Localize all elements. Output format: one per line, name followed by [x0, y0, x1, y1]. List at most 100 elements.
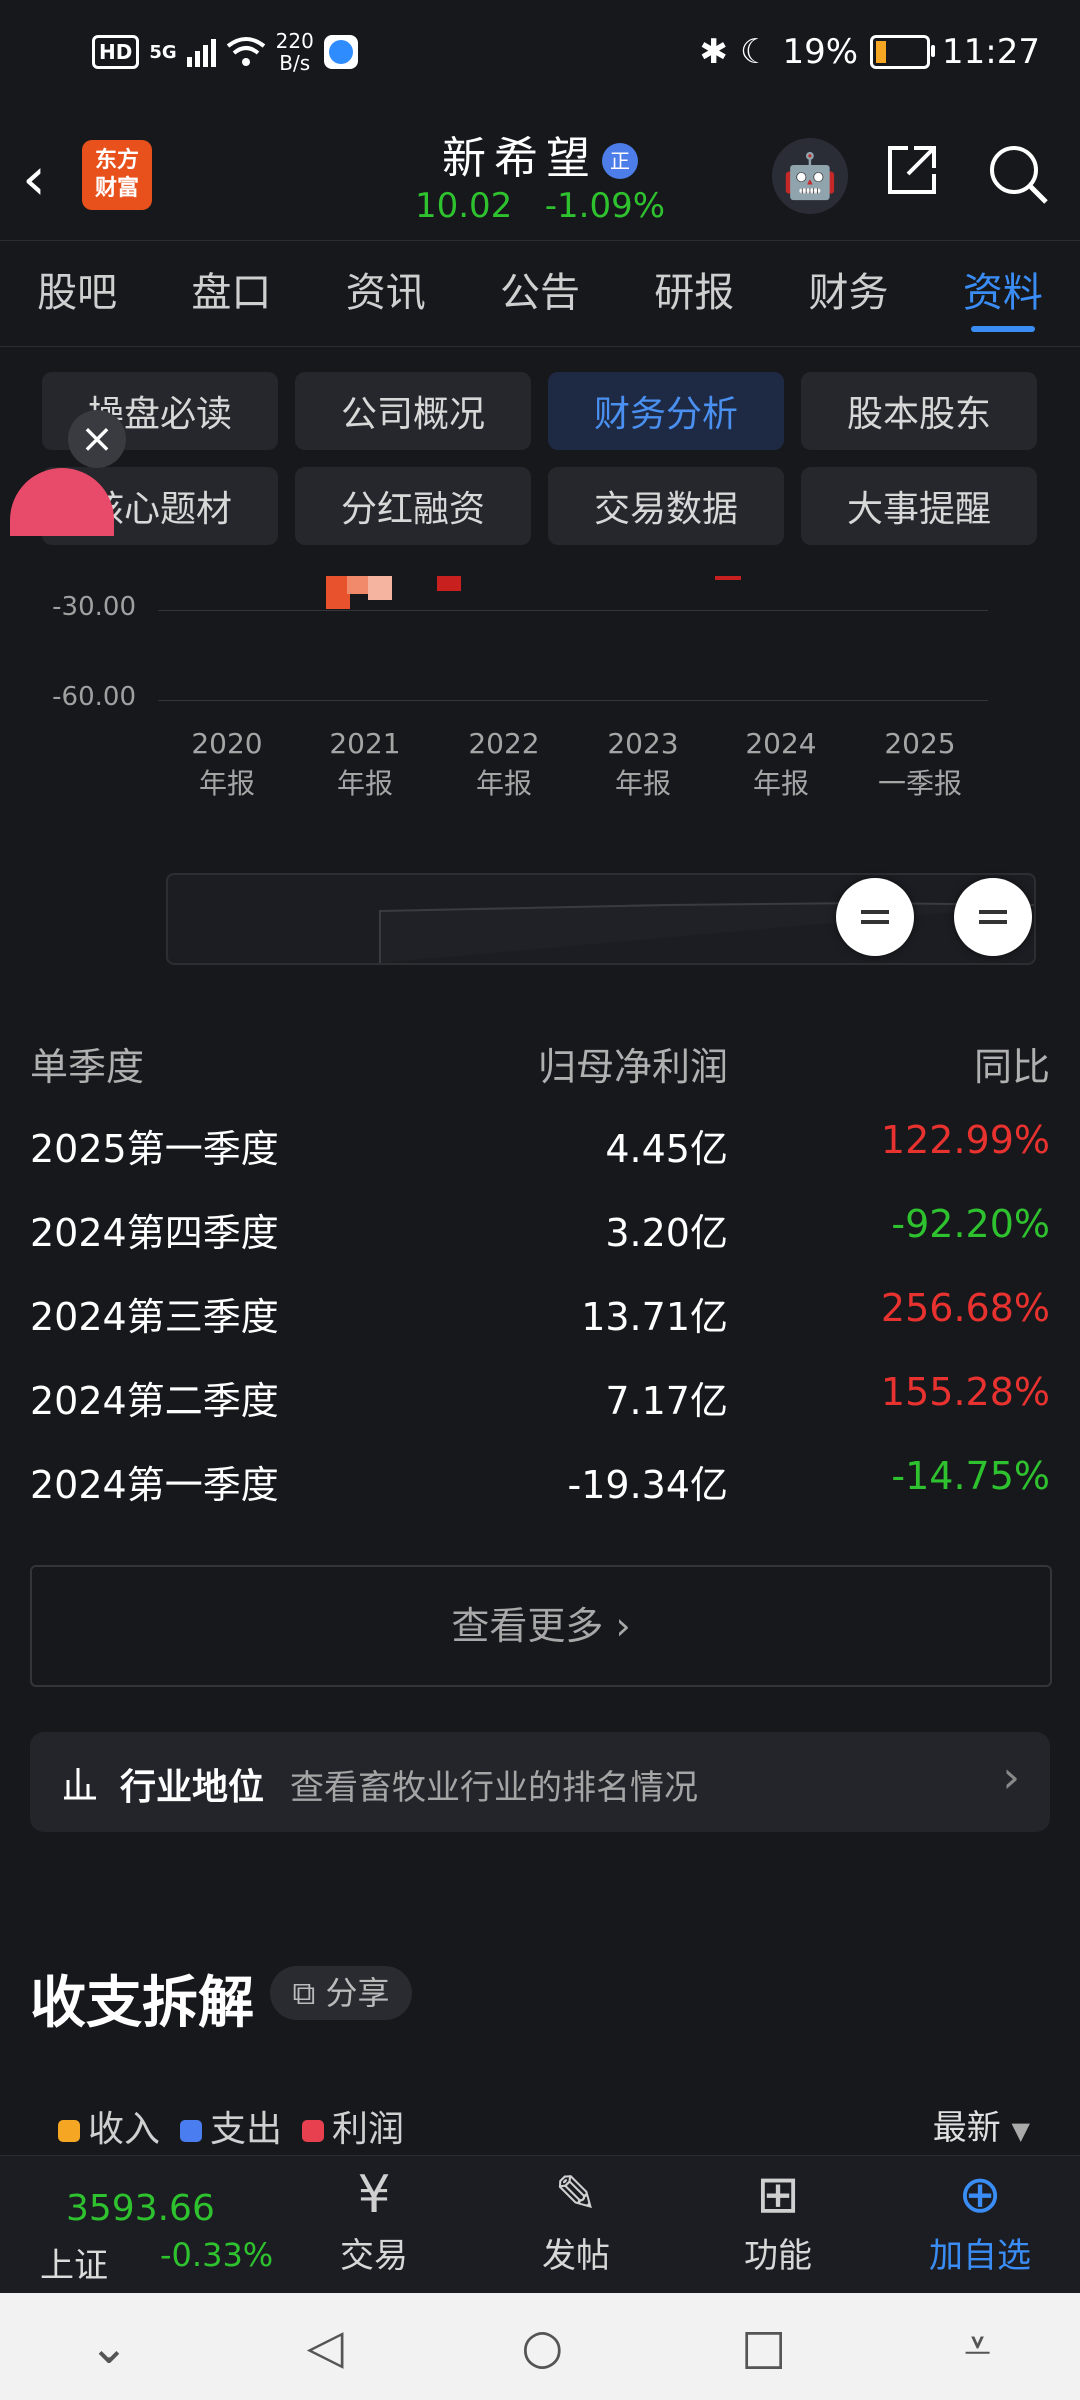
hide-keyboard-icon[interactable]: ⌄ [89, 2319, 129, 2375]
speed-unit: B/s [279, 51, 311, 75]
row-yoy: 256.68% [880, 1286, 1050, 1330]
stock-price: 10.02 [414, 186, 513, 226]
search-icon[interactable] [986, 142, 1050, 206]
share-icon: ⧉ [292, 1974, 316, 2012]
network-type: 5G [149, 41, 177, 63]
row-profit: 4.45亿 [605, 1127, 728, 1171]
col-profit: 归母净利润 [537, 1045, 728, 1089]
post-button[interactable]: ✎ 发帖 [496, 2162, 656, 2277]
x-tick-year: 2025 [884, 727, 956, 760]
chip-company-overview[interactable]: 公司概况 [295, 372, 531, 450]
x-tick-label: 2023 年报 [578, 724, 708, 804]
section-title: 收支拆解 [30, 1971, 254, 2036]
app-notification-icon [323, 35, 358, 69]
row-period: 2024第四季度 [30, 1211, 279, 1255]
row-yoy: 122.99% [880, 1118, 1050, 1162]
latest-label: 最新 [932, 2108, 1001, 2148]
x-tick-label: 2021 年报 [300, 724, 430, 804]
col-yoy: 同比 [973, 1045, 1050, 1089]
row-yoy: -92.20% [891, 1202, 1050, 1246]
x-tick-year: 2023 [607, 727, 679, 760]
close-icon[interactable]: × [68, 410, 126, 468]
x-tick-year: 2022 [468, 727, 540, 760]
legend-dot [302, 2120, 325, 2142]
table-row[interactable]: 2024第四季度 3.20亿 -92.20% [30, 1202, 1050, 1286]
add-watchlist-button[interactable]: ⊕ 加自选 [900, 2162, 1060, 2277]
view-more-label: 查看更多 [451, 1604, 604, 1648]
x-tick-period: 年报 [336, 767, 393, 800]
recents-square-icon[interactable]: □ [741, 2319, 786, 2375]
industry-title: 行业地位 [120, 1767, 265, 1808]
tab-finance[interactable]: 财务 [771, 241, 925, 346]
bottom-toolbar: 3593.66 上证 -0.33% ¥ 交易 ✎ 发帖 ⊞ 功能 ⊕ 加自选 [0, 2155, 1080, 2294]
row-profit: -19.34亿 [567, 1463, 729, 1507]
post-label: 发帖 [542, 2236, 610, 2276]
row-yoy: 155.28% [880, 1370, 1050, 1414]
x-tick-year: 2020 [191, 727, 263, 760]
battery-percent: 19% [782, 32, 859, 72]
view-more-button[interactable]: 查看更多 › [30, 1565, 1052, 1687]
row-profit: 13.71亿 [581, 1295, 728, 1339]
table-row[interactable]: 2024第一季度 -19.34亿 -14.75% [30, 1454, 1050, 1538]
main-tabs: 股吧 盘口 资讯 公告 研报 财务 资料 [0, 240, 1080, 347]
share-button[interactable]: ⧉ 分享 [270, 1966, 412, 2020]
range-handle-right[interactable] [954, 878, 1032, 956]
row-profit: 3.20亿 [605, 1211, 728, 1255]
wifi-icon [226, 37, 265, 66]
row-profit: 7.17亿 [605, 1379, 728, 1423]
share-label: 分享 [325, 1974, 390, 2012]
chart-bar [715, 576, 742, 580]
latest-dropdown[interactable]: 最新 ▼ [933, 2100, 1030, 2149]
industry-position-card[interactable]: 行业地位 查看畜牧业行业的排名情况 › [30, 1732, 1050, 1832]
legend-item-expense[interactable]: 支出 [180, 2100, 282, 2152]
share-icon[interactable] [884, 142, 940, 198]
moon-icon: ☾ [739, 32, 771, 72]
chip-events[interactable]: 大事提醒 [801, 467, 1037, 545]
trade-button[interactable]: ¥ 交易 [294, 2162, 454, 2277]
chip-shareholders[interactable]: 股本股东 [801, 372, 1037, 450]
range-handle-left[interactable] [836, 878, 914, 956]
functions-button[interactable]: ⊞ 功能 [698, 2162, 858, 2277]
x-tick-year: 2024 [745, 727, 817, 760]
tab-news[interactable]: 资讯 [309, 241, 463, 346]
chevron-right-icon: › [615, 1604, 631, 1648]
table-row[interactable]: 2025第一季度 4.45亿 122.99% [30, 1118, 1050, 1202]
status-right: ✱ ☾ 19% 11:27 [699, 32, 1040, 72]
table-header: 单季度 归母净利润 同比 [30, 1036, 1050, 1096]
index-value[interactable]: 3593.66 [66, 2188, 215, 2229]
chip-financial-analysis[interactable]: 财务分析 [548, 372, 784, 450]
x-tick-period: 年报 [475, 767, 532, 800]
chevron-right-icon: › [1002, 1752, 1020, 1803]
net-speed: 220 B/s [276, 30, 314, 74]
notification-pull-icon[interactable]: ⩡ [964, 2318, 991, 2375]
x-tick-label: 2020 年报 [162, 724, 292, 804]
sub-nav-grid: 操盘必读 公司概况 财务分析 股本股东 核心题材 分红融资 交易数据 大事提醒 [42, 372, 1040, 545]
legend-label: 利润 [332, 2109, 405, 2150]
add-watchlist-label: 加自选 [929, 2236, 1031, 2276]
functions-label: 功能 [744, 2236, 812, 2276]
chip-dividend[interactable]: 分红融资 [295, 467, 531, 545]
tab-profile[interactable]: 资料 [926, 241, 1080, 346]
tab-pankou[interactable]: 盘口 [154, 241, 308, 346]
legend-label: 收入 [88, 2109, 161, 2150]
ai-assistant-icon[interactable]: 🤖 [772, 138, 848, 214]
legend-label: 支出 [210, 2109, 283, 2150]
index-change: -0.33% [160, 2236, 274, 2274]
stock-name: 新希望 [442, 133, 598, 184]
tab-research[interactable]: 研报 [617, 241, 771, 346]
clock: 11:27 [942, 32, 1040, 72]
table-row[interactable]: 2024第二季度 7.17亿 155.28% [30, 1370, 1050, 1454]
legend-item-income[interactable]: 收入 [58, 2100, 160, 2152]
tab-guba[interactable]: 股吧 [0, 241, 154, 346]
home-circle-icon[interactable]: ○ [521, 2319, 563, 2375]
chip-trading-data[interactable]: 交易数据 [548, 467, 784, 545]
tab-announcement[interactable]: 公告 [463, 241, 617, 346]
x-tick-label: 2024 年报 [716, 724, 846, 804]
legend-item-profit[interactable]: 利润 [302, 2100, 404, 2152]
table-row[interactable]: 2024第三季度 13.71亿 256.68% [30, 1286, 1050, 1370]
caret-down-icon: ▼ [1011, 2117, 1030, 2145]
back-triangle-icon[interactable]: ◁ [307, 2319, 344, 2375]
status-left: HD 5G 220 B/s [92, 30, 358, 74]
industry-desc: 查看畜牧业行业的排名情况 [290, 1768, 698, 1808]
hd-icon: HD [92, 35, 140, 69]
